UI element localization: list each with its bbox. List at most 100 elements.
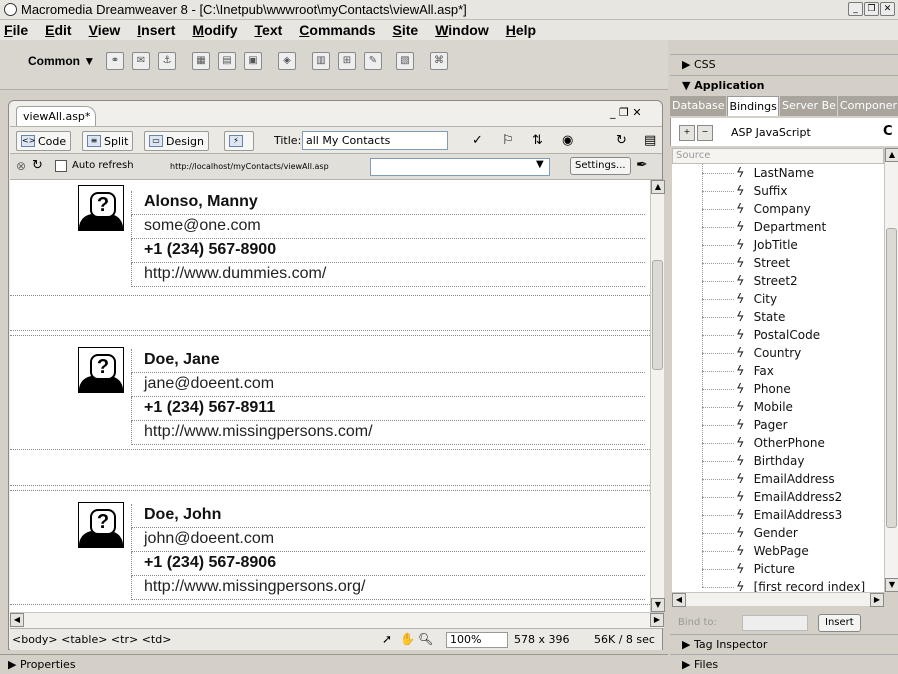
refresh-icon[interactable]: ↻ [32,158,43,173]
menu-commands[interactable]: Commands [299,22,375,38]
binding-item[interactable]: ϟ LastName [672,164,814,182]
zoom-tool-icon[interactable]: 🔍︎ [418,632,433,646]
binding-item[interactable]: ϟ [first record index] [672,569,865,592]
design-view-button[interactable]: ▭ Design [144,131,209,151]
view-options-icon[interactable]: ▤ [644,133,656,148]
binding-item[interactable]: ϟ JobTitle [672,227,798,254]
document-vertical-scrollbar[interactable]: ▲ ▼ [650,180,665,612]
menu-help[interactable]: Help [506,22,536,38]
binding-item[interactable]: ϟ Fax [672,353,774,380]
named-anchor-icon[interactable]: ⚓ [158,52,176,70]
browser-check-icon[interactable]: ⚐ [502,133,514,148]
bind-to-select[interactable] [742,615,808,631]
design-view-canvas[interactable]: ? Alonso, Manny some@one.com +1 (234) 56… [10,180,650,612]
binding-item[interactable]: ϟ EmailAddress2 [672,479,842,506]
media-icon[interactable]: ◈ [278,52,296,70]
insert-category-dropdown[interactable]: Common ▼ [28,54,95,68]
tab-databases[interactable]: Database [670,96,726,116]
zoom-select[interactable]: 100% [446,632,508,648]
binding-item[interactable]: ϟ EmailAddress3 [672,497,842,524]
document-window-controls[interactable]: _ ❐ ✕ [610,106,642,119]
tag-selector[interactable]: <body> <table> <tr> <td> [12,633,171,646]
scroll-left-icon[interactable]: ◀ [672,593,686,607]
templates-icon[interactable]: ▧ [396,52,414,70]
menu-text[interactable]: Text [255,22,283,38]
hyperlink-icon[interactable]: ⚭ [106,52,124,70]
refresh-icon[interactable]: C [883,124,893,139]
live-data-button[interactable]: ⚡ [224,131,254,151]
binding-item[interactable]: ϟ PostalCode [672,317,820,344]
tag-chooser-icon[interactable]: ⌘ [430,52,448,70]
binding-item[interactable]: ϟ Gender [672,515,798,542]
files-panel-header[interactable]: ▶ Files [670,654,898,674]
scrollbar-thumb[interactable] [886,228,897,528]
binding-item[interactable]: ϟ City [672,281,777,308]
window-size-select[interactable]: 578 x 396 [514,633,570,646]
tag-inspector-header[interactable]: ▶ Tag Inspector [670,634,898,654]
bindings-horizontal-scrollbar[interactable]: ◀ ▶ [672,592,884,607]
email-link-icon[interactable]: ✉ [132,52,150,70]
tab-server-behaviors[interactable]: Server Be [780,96,837,116]
date-icon[interactable]: ▥ [312,52,330,70]
bindings-vertical-scrollbar[interactable]: ▲ ▼ [884,148,898,592]
application-panel-header[interactable]: ▼ Application [670,75,898,95]
url-dropdown-icon[interactable]: ▼ [536,159,544,170]
menu-site[interactable]: Site [393,22,419,38]
menu-modify[interactable]: Modify [192,22,237,38]
server-side-include-icon[interactable]: ⊞ [338,52,356,70]
menu-insert[interactable]: Insert [137,22,175,38]
document-tab[interactable]: viewAll.asp* [16,106,96,126]
binding-item[interactable]: ϟ Phone [672,371,791,398]
binding-item[interactable]: ϟ Picture [672,551,795,578]
properties-panel-bar[interactable]: ▶ Properties [0,654,668,674]
preview-icon[interactable]: ◉ [562,133,573,148]
binding-item[interactable]: ϟ Suffix [672,173,788,200]
scroll-up-icon[interactable]: ▲ [651,180,665,194]
scroll-down-icon[interactable]: ▼ [885,578,898,592]
insert-binding-button[interactable]: Insert [818,614,861,632]
document-horizontal-scrollbar[interactable]: ◀ ▶ [10,612,664,628]
scroll-right-icon[interactable]: ▶ [650,613,664,627]
binding-item[interactable]: ϟ EmailAddress [672,461,835,488]
tab-components[interactable]: Componer [837,96,898,116]
scroll-up-icon[interactable]: ▲ [885,148,898,162]
binding-item[interactable]: ϟ Birthday [672,443,804,470]
url-input[interactable] [370,158,550,176]
layer-icon[interactable]: ▤ [218,52,236,70]
binding-item[interactable]: ϟ Country [672,335,801,362]
binding-item[interactable]: ϟ OtherPhone [672,425,825,452]
binding-item[interactable]: ϟ WebPage [672,533,809,560]
hand-tool-icon[interactable]: ✋ [400,632,415,646]
comment-icon[interactable]: ✎ [364,52,382,70]
menu-view[interactable]: View [89,22,121,38]
stop-icon[interactable]: ⊗ [16,159,26,173]
add-binding-button[interactable]: + [679,125,695,141]
remove-binding-button[interactable]: − [697,125,713,141]
menu-window[interactable]: Window [435,22,489,38]
table-icon[interactable]: ▦ [192,52,210,70]
close-button[interactable]: ✕ [880,2,895,16]
code-view-button[interactable]: <> Code [16,131,72,151]
images-icon[interactable]: ▣ [244,52,262,70]
binding-item[interactable]: ϟ Street [672,245,790,272]
file-management-icon[interactable]: ⇅ [532,133,543,148]
auto-refresh-checkbox[interactable] [55,160,67,172]
settings-button[interactable]: Settings... [570,157,631,175]
css-panel-header[interactable]: ▶ CSS [670,54,898,74]
minimize-button[interactable]: _ [848,2,863,16]
binding-item[interactable]: ϟ Company [672,191,811,218]
scroll-left-icon[interactable]: ◀ [10,613,24,627]
split-view-button[interactable]: ≡ Split [82,131,134,151]
select-tool-icon[interactable]: ➚ [382,632,392,646]
tab-bindings[interactable]: Bindings [726,96,779,116]
binding-item[interactable]: ϟ Pager [672,407,788,434]
scroll-right-icon[interactable]: ▶ [870,593,884,607]
binding-item[interactable]: ϟ Department [672,209,826,236]
binding-item[interactable]: ϟ Street2 [672,263,798,290]
page-title-input[interactable] [302,131,448,150]
binding-item[interactable]: ϟ State [672,299,785,326]
menu-edit[interactable]: Edit [45,22,71,38]
scrollbar-thumb[interactable] [652,260,663,370]
validate-icon[interactable]: ✓ [472,133,483,148]
restore-button[interactable]: ❐ [864,2,879,16]
